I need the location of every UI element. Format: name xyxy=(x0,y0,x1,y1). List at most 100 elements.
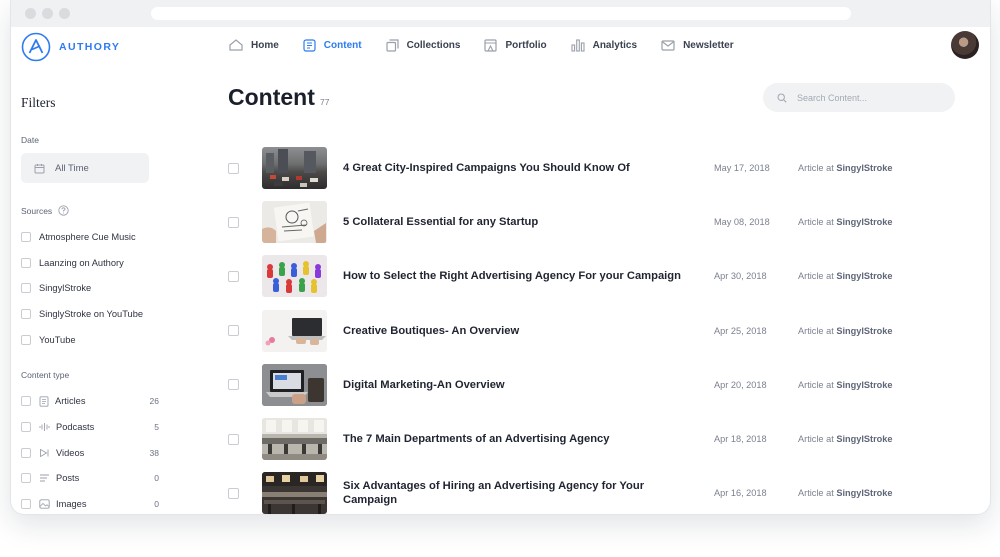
row-thumbnail-laptop[interactable] xyxy=(262,309,327,352)
source-item[interactable]: Laanzing on Authory xyxy=(21,250,161,276)
content-type-label-text: Content type xyxy=(21,370,70,381)
content-type-videos[interactable]: Videos 38 xyxy=(21,440,161,466)
podcasts-checkbox[interactable] xyxy=(21,421,31,432)
nav-collections[interactable]: Collections xyxy=(385,36,460,54)
row-checkbox[interactable] xyxy=(228,433,239,445)
row-type: Article at xyxy=(798,434,834,445)
row-date: Apr 16, 2018 xyxy=(714,488,767,499)
source-checkbox[interactable] xyxy=(21,257,31,268)
user-avatar[interactable] xyxy=(951,31,979,59)
home-icon xyxy=(229,39,243,51)
top-nav: Home Content Collections Portfolio Analy… xyxy=(229,36,758,54)
sources-list: Atmosphere Cue Music Laanzing on Authory… xyxy=(21,224,161,352)
row-type: Article at xyxy=(798,379,834,390)
sources-label-text: Sources xyxy=(21,205,53,216)
row-title[interactable]: Digital Marketing-An Overview xyxy=(343,378,698,392)
row-source: Article at SingylStroke xyxy=(798,434,892,444)
source-item[interactable]: YouTube xyxy=(21,327,161,353)
content-type-images[interactable]: Images 0 xyxy=(21,491,161,514)
row-thumbnail-game-pieces[interactable] xyxy=(262,255,327,298)
row-source-name[interactable]: SingylStroke xyxy=(836,271,892,281)
row-source-name[interactable]: SingylStroke xyxy=(836,163,892,173)
row-source: Article at SingylStroke xyxy=(798,163,892,173)
podcasts-count: 5 xyxy=(154,421,159,432)
content-list: 4 Great City-Inspired Campaigns You Shou… xyxy=(228,141,968,514)
content-type-articles[interactable]: Articles 26 xyxy=(21,388,161,414)
row-type: Article at xyxy=(798,488,834,499)
row-title[interactable]: Six Advantages of Hiring an Advertising … xyxy=(343,479,698,507)
nav-home[interactable]: Home xyxy=(229,36,279,54)
content-row[interactable]: Six Advantages of Hiring an Advertising … xyxy=(228,466,968,514)
nav-content[interactable]: Content xyxy=(303,36,362,54)
articles-checkbox[interactable] xyxy=(21,396,31,407)
videos-checkbox[interactable] xyxy=(21,447,31,458)
row-title[interactable]: 5 Collateral Essential for any Startup xyxy=(343,215,698,229)
source-item[interactable]: Atmosphere Cue Music xyxy=(21,224,161,250)
row-thumbnail-office[interactable] xyxy=(262,418,327,461)
podcast-icon xyxy=(39,422,50,432)
posts-checkbox[interactable] xyxy=(21,473,31,484)
content-type-label: Content type xyxy=(21,370,161,380)
content-type-podcasts[interactable]: Podcasts 5 xyxy=(21,414,161,440)
nav-analytics[interactable]: Analytics xyxy=(571,36,637,54)
row-source-name[interactable]: SingylStroke xyxy=(836,488,892,498)
row-source-name[interactable]: SingylStroke xyxy=(836,434,892,444)
content-row[interactable]: Creative Boutiques- An Overview Apr 25, … xyxy=(228,304,968,358)
row-checkbox[interactable] xyxy=(228,379,239,391)
content-row[interactable]: 4 Great City-Inspired Campaigns You Shou… xyxy=(228,141,968,195)
app-window: AUTHORY Home Content Collections Portfol… xyxy=(10,0,991,515)
search-icon xyxy=(777,92,787,103)
row-source: Article at SingylStroke xyxy=(798,488,892,498)
help-icon[interactable] xyxy=(58,205,69,216)
row-title[interactable]: Creative Boutiques- An Overview xyxy=(343,324,698,338)
source-checkbox[interactable] xyxy=(21,231,31,242)
address-bar[interactable] xyxy=(151,7,851,20)
source-item[interactable]: SinglyStroke on YouTube xyxy=(21,301,161,327)
row-thumbnail-city[interactable] xyxy=(262,147,327,190)
row-checkbox[interactable] xyxy=(228,487,239,499)
row-thumbnail-digital[interactable] xyxy=(262,363,327,406)
row-checkbox[interactable] xyxy=(228,270,239,282)
row-source-name[interactable]: SingylStroke xyxy=(836,380,892,390)
row-checkbox[interactable] xyxy=(228,325,239,337)
content-row[interactable]: Digital Marketing-An Overview Apr 20, 20… xyxy=(228,358,968,412)
content-row[interactable]: 5 Collateral Essential for any Startup M… xyxy=(228,195,968,249)
source-label: YouTube xyxy=(39,334,76,345)
row-title[interactable]: 4 Great City-Inspired Campaigns You Shou… xyxy=(343,161,698,175)
row-checkbox[interactable] xyxy=(228,162,239,174)
nav-portfolio-label: Portfolio xyxy=(505,39,547,51)
page-title: Content xyxy=(228,84,315,110)
window-close-dot[interactable] xyxy=(25,8,36,19)
video-icon xyxy=(39,448,50,458)
images-checkbox[interactable] xyxy=(21,499,31,510)
row-source-name[interactable]: SingylStroke xyxy=(836,326,892,336)
nav-newsletter[interactable]: Newsletter xyxy=(661,36,734,54)
row-title[interactable]: The 7 Main Departments of an Advertising… xyxy=(343,432,698,446)
row-date: Apr 18, 2018 xyxy=(714,434,767,445)
brand-logo[interactable]: AUTHORY xyxy=(21,32,120,62)
row-thumbnail-sketch[interactable] xyxy=(262,201,327,244)
row-type: Article at xyxy=(798,325,834,336)
source-label: Atmosphere Cue Music xyxy=(39,231,136,242)
row-thumbnail-workspace[interactable] xyxy=(262,472,327,514)
window-minimize-dot[interactable] xyxy=(42,8,53,19)
nav-portfolio[interactable]: Portfolio xyxy=(484,36,547,54)
date-filter-select[interactable]: All Time xyxy=(21,153,149,183)
source-item[interactable]: SingylStroke xyxy=(21,275,161,301)
browser-titlebar xyxy=(11,0,990,27)
source-checkbox[interactable] xyxy=(21,308,31,319)
row-date: May 17, 2018 xyxy=(714,163,770,174)
row-checkbox[interactable] xyxy=(228,216,239,228)
row-date: May 08, 2018 xyxy=(714,217,770,228)
window-maximize-dot[interactable] xyxy=(59,8,70,19)
search-box[interactable]: Search Content... xyxy=(763,83,955,112)
source-checkbox[interactable] xyxy=(21,334,31,345)
content-row[interactable]: How to Select the Right Advertising Agen… xyxy=(228,249,968,303)
analytics-icon xyxy=(571,38,585,52)
content-type-posts[interactable]: Posts 0 xyxy=(21,466,161,492)
row-title[interactable]: How to Select the Right Advertising Agen… xyxy=(343,269,698,283)
row-source-name[interactable]: SingylStroke xyxy=(836,217,892,227)
source-checkbox[interactable] xyxy=(21,283,31,294)
content-row[interactable]: The 7 Main Departments of an Advertising… xyxy=(228,412,968,466)
row-source: Article at SingylStroke xyxy=(798,271,892,281)
